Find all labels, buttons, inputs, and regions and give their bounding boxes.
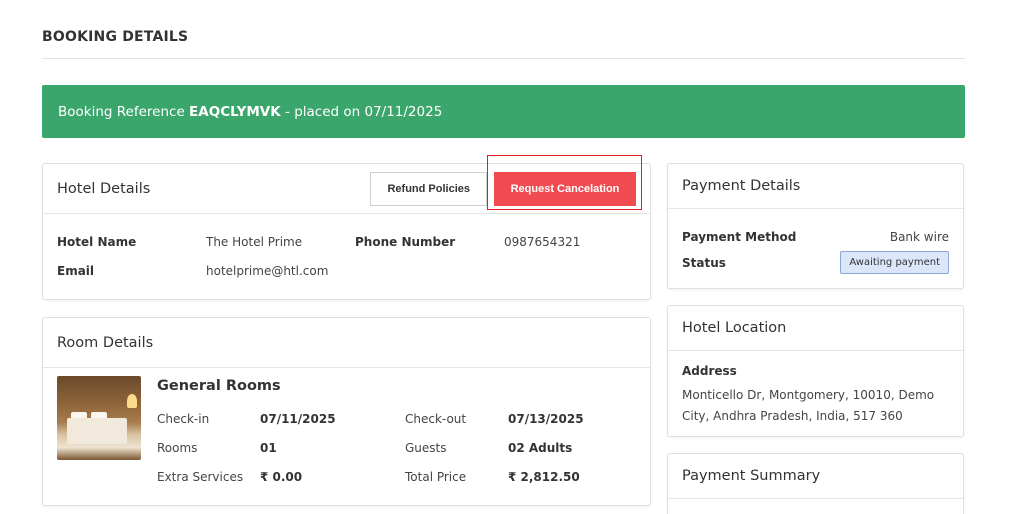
payment-method-label: Payment Method bbox=[682, 230, 797, 244]
payment-status-label: Status bbox=[682, 256, 726, 270]
checkin-value: 07/11/2025 bbox=[260, 412, 336, 426]
hotel-location-title: Hotel Location bbox=[682, 320, 787, 336]
banner-prefix: Booking Reference bbox=[58, 103, 190, 120]
rooms-label: Rooms bbox=[157, 441, 198, 455]
room-details-card: Room Details General Rooms Check-in 07/1… bbox=[42, 317, 651, 506]
room-details-title: Room Details bbox=[57, 334, 154, 351]
payment-status-badge: Awaiting payment bbox=[840, 251, 949, 274]
total-price-label: Total Price bbox=[405, 470, 467, 484]
hotel-location-card: Hotel Location Address Monticello Dr, Mo… bbox=[667, 305, 964, 437]
booking-reference-banner: Booking Reference EAQCLYMVK - placed on … bbox=[42, 85, 965, 138]
hotel-name-value: The Hotel Prime bbox=[206, 235, 303, 249]
rooms-value: 01 bbox=[260, 441, 277, 455]
hotel-details-title: Hotel Details bbox=[57, 180, 151, 197]
checkin-label: Check-in bbox=[157, 412, 210, 426]
phone-number-label: Phone Number bbox=[355, 235, 456, 249]
email-value: hotelprime@htl.com bbox=[206, 264, 329, 278]
address-label: Address bbox=[682, 364, 737, 378]
refund-policies-button[interactable]: Refund Policies bbox=[370, 171, 487, 206]
total-price-value: ₹ 2,812.50 bbox=[508, 470, 580, 484]
checkout-value: 07/13/2025 bbox=[508, 412, 584, 426]
email-label: Email bbox=[57, 264, 95, 278]
payment-summary-header: Payment Summary bbox=[668, 454, 963, 499]
guests-value: 02 Adults bbox=[508, 441, 573, 455]
payment-details-header: Payment Details bbox=[668, 164, 963, 209]
room-name: General Rooms bbox=[157, 378, 281, 394]
banner-suffix: - placed on 07/11/2025 bbox=[280, 103, 443, 120]
booking-reference: EAQCLYMVK bbox=[189, 103, 281, 120]
hotel-location-header: Hotel Location bbox=[668, 306, 963, 351]
payment-summary-card: Payment Summary bbox=[667, 453, 964, 514]
address-value: Monticello Dr, Montgomery, 10010, Demo C… bbox=[682, 388, 935, 423]
checkout-label: Check-out bbox=[405, 412, 467, 426]
payment-method-value: Bank wire bbox=[889, 230, 949, 244]
extra-services-value: ₹ 0.00 bbox=[260, 470, 303, 484]
payment-details-title: Payment Details bbox=[682, 178, 801, 194]
payment-summary-title: Payment Summary bbox=[682, 468, 821, 484]
room-image bbox=[57, 376, 141, 460]
phone-number-value: 0987654321 bbox=[504, 235, 581, 249]
page-title: BOOKING DETAILS bbox=[42, 29, 189, 45]
hotel-name-label: Hotel Name bbox=[57, 235, 137, 249]
title-divider bbox=[42, 58, 965, 59]
payment-details-card: Payment Details Payment Method Bank wire… bbox=[667, 163, 964, 289]
cancel-button-highlight bbox=[487, 155, 642, 210]
guests-label: Guests bbox=[405, 441, 447, 455]
room-details-header: Room Details bbox=[43, 318, 650, 368]
extra-services-label: Extra Services bbox=[157, 470, 244, 484]
